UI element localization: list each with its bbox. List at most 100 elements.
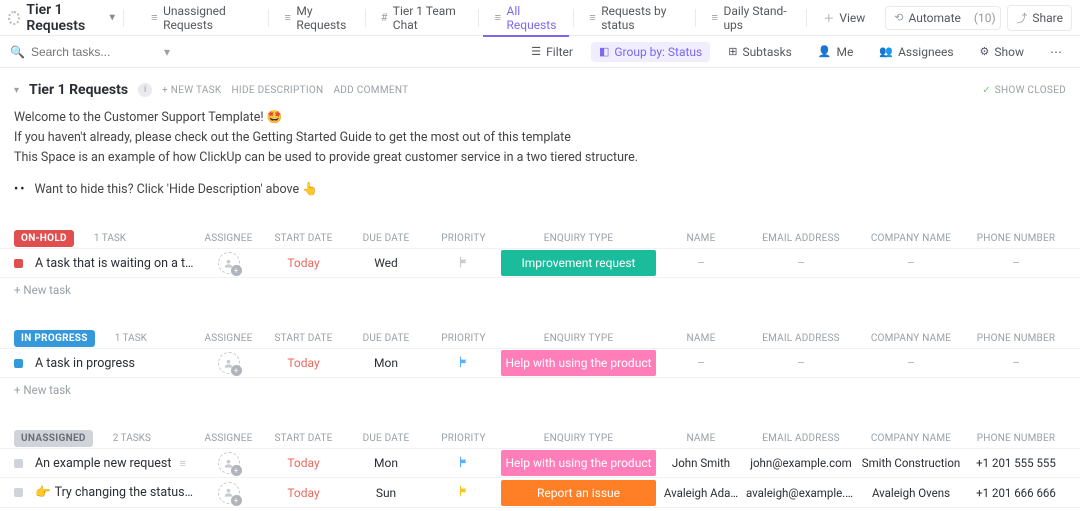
email-cell[interactable]: avaleigh@example.co — [746, 486, 856, 500]
assignee-avatar[interactable] — [218, 252, 240, 274]
name-cell[interactable]: John Smith — [656, 456, 746, 470]
company-cell[interactable]: – — [856, 256, 966, 270]
task-row[interactable]: 👉Try changing the status to Escalate to … — [0, 478, 1080, 508]
task-name[interactable]: 👉Try changing the status to Escalate to … — [35, 485, 196, 500]
task-row[interactable]: A task in progress Today Mon Help with u… — [0, 348, 1080, 378]
due-date-cell[interactable]: Mon — [346, 356, 426, 370]
task-row[interactable]: A task that is waiting on a third party … — [0, 248, 1080, 278]
status-dot[interactable] — [14, 488, 23, 497]
due-date-cell[interactable]: Mon — [346, 456, 426, 470]
tab-unassigned-requests[interactable]: ≡Unassigned Requests — [140, 0, 265, 36]
tab-requests-by-status[interactable]: ≡Requests by status — [578, 0, 691, 36]
email-cell[interactable]: john@example.com — [746, 456, 856, 470]
enquiry-type-badge[interactable]: Help with using the product — [501, 350, 656, 376]
list-icon: ≡ — [150, 12, 159, 24]
status-dot[interactable] — [14, 259, 23, 268]
chevron-down-icon[interactable]: ▾ — [14, 85, 19, 96]
enquiry-type-badge[interactable]: Report an issue — [501, 480, 656, 506]
add-view-button[interactable]: ＋View — [815, 6, 873, 30]
name-cell[interactable]: – — [656, 356, 746, 370]
company-cell[interactable]: Avaleigh Ovens — [856, 486, 966, 500]
more-menu[interactable]: ⋯ — [1042, 42, 1070, 62]
phone-cell[interactable]: – — [966, 256, 1066, 270]
share-button[interactable]: ⤴Share — [1007, 5, 1072, 31]
list-icon: ≡ — [493, 12, 502, 24]
due-date-cell[interactable]: Sun — [346, 486, 426, 500]
start-date-cell[interactable]: Today — [261, 256, 346, 270]
task-name[interactable]: A task that is waiting on a third party — [35, 256, 196, 271]
priority-cell[interactable] — [426, 484, 501, 501]
search-input[interactable] — [31, 45, 158, 59]
chevron-down-icon[interactable]: ▾ — [164, 45, 170, 59]
tab-all-requests[interactable]: ≡All Requests — [483, 0, 569, 36]
new-task-button[interactable]: New task — [0, 278, 1080, 302]
list-title: Tier 1 Requests — [29, 82, 128, 98]
people-icon: 👥 — [879, 45, 893, 58]
priority-cell[interactable] — [426, 255, 501, 272]
priority-cell[interactable] — [426, 455, 501, 472]
status-badge[interactable]: IN PROGRESS — [14, 330, 95, 347]
email-cell[interactable]: – — [746, 356, 856, 370]
tab-daily-stand-ups[interactable]: ≡Daily Stand-ups — [700, 0, 798, 36]
assignee-avatar[interactable] — [218, 482, 240, 504]
name-cell[interactable]: – — [656, 256, 746, 270]
space-title[interactable]: Tier 1 Requests▾ — [26, 2, 114, 34]
due-date-cell[interactable]: Wed — [346, 256, 426, 270]
status-badge[interactable]: ON-HOLD — [14, 230, 74, 247]
task-menu-icon[interactable]: ≡ — [179, 457, 185, 470]
subtasks-button[interactable]: ⊞Subtasks — [720, 42, 800, 62]
description-hint: Want to hide this? Click 'Hide Descripti… — [34, 180, 317, 200]
new-task-action[interactable]: + NEW TASK — [162, 85, 221, 96]
enquiry-type-badge[interactable]: Improvement request — [501, 250, 656, 276]
start-date-cell[interactable]: Today — [261, 456, 346, 470]
tab-my-requests[interactable]: ≡My Requests — [273, 0, 361, 36]
start-date-cell[interactable]: Today — [261, 486, 346, 500]
assignee-avatar[interactable] — [218, 452, 240, 474]
priority-cell[interactable] — [426, 355, 501, 372]
hide-description-action[interactable]: HIDE DESCRIPTION — [232, 85, 324, 96]
email-cell[interactable]: – — [746, 256, 856, 270]
name-cell[interactable]: Avaleigh Ada… — [656, 486, 746, 500]
start-date-cell[interactable]: Today — [261, 356, 346, 370]
list-icon: ≡ — [710, 12, 719, 24]
description-line: Welcome to the Customer Support Template… — [14, 108, 1066, 128]
show-button[interactable]: ⚙Show — [972, 42, 1032, 62]
assignees-button[interactable]: 👥Assignees — [871, 42, 961, 62]
phone-cell[interactable]: +1 201 555 555 — [966, 456, 1066, 470]
automate-icon: ⟲ — [894, 11, 903, 24]
phone-cell[interactable]: – — [966, 356, 1066, 370]
filter-icon: ☰ — [531, 45, 541, 58]
check-icon: ✓ — [982, 85, 990, 96]
task-name[interactable]: A task in progress — [35, 356, 196, 371]
collapse-icon[interactable]: •• — [14, 180, 26, 200]
group-by-button[interactable]: ◧Group by: Status — [591, 42, 710, 62]
phone-cell[interactable]: +1 201 666 666 — [966, 486, 1066, 500]
list-icon: ≡ — [588, 12, 597, 24]
search-tasks[interactable]: 🔍 ▾ — [10, 45, 170, 59]
search-icon: 🔍 — [10, 45, 25, 59]
task-count: 1 TASK — [94, 233, 126, 244]
info-icon[interactable]: i — [138, 83, 152, 97]
share-icon: ⤴ — [1016, 10, 1027, 26]
automate-button[interactable]: ⟲Automate (10) — [886, 7, 1001, 29]
more-icon: ⋯ — [1050, 45, 1062, 59]
add-comment-action[interactable]: ADD COMMENT — [333, 85, 408, 96]
task-name[interactable]: An example new request≡ — [35, 456, 196, 471]
plus-icon: ＋ — [823, 10, 834, 26]
person-icon: 👤 — [818, 45, 832, 58]
company-cell[interactable]: Smith Construction — [856, 456, 966, 470]
new-task-button[interactable]: New task — [0, 378, 1080, 402]
assignee-avatar[interactable] — [218, 352, 240, 374]
gear-icon: ⚙ — [980, 45, 990, 58]
company-cell[interactable]: – — [856, 356, 966, 370]
tab-tier-1-team-chat[interactable]: #Tier 1 Team Chat — [369, 0, 474, 36]
enquiry-type-badge[interactable]: Help with using the product — [501, 450, 656, 476]
task-row[interactable]: An example new request≡ Today Mon Help w… — [0, 448, 1080, 478]
status-dot[interactable] — [14, 359, 23, 368]
me-button[interactable]: 👤Me — [810, 42, 862, 62]
status-dot[interactable] — [14, 459, 23, 468]
description-line: If you haven't already, please check out… — [14, 128, 1066, 148]
filter-button[interactable]: ☰Filter — [523, 42, 581, 62]
status-badge[interactable]: UNASSIGNED — [14, 430, 93, 447]
show-closed-action[interactable]: SHOW CLOSED — [995, 85, 1066, 96]
